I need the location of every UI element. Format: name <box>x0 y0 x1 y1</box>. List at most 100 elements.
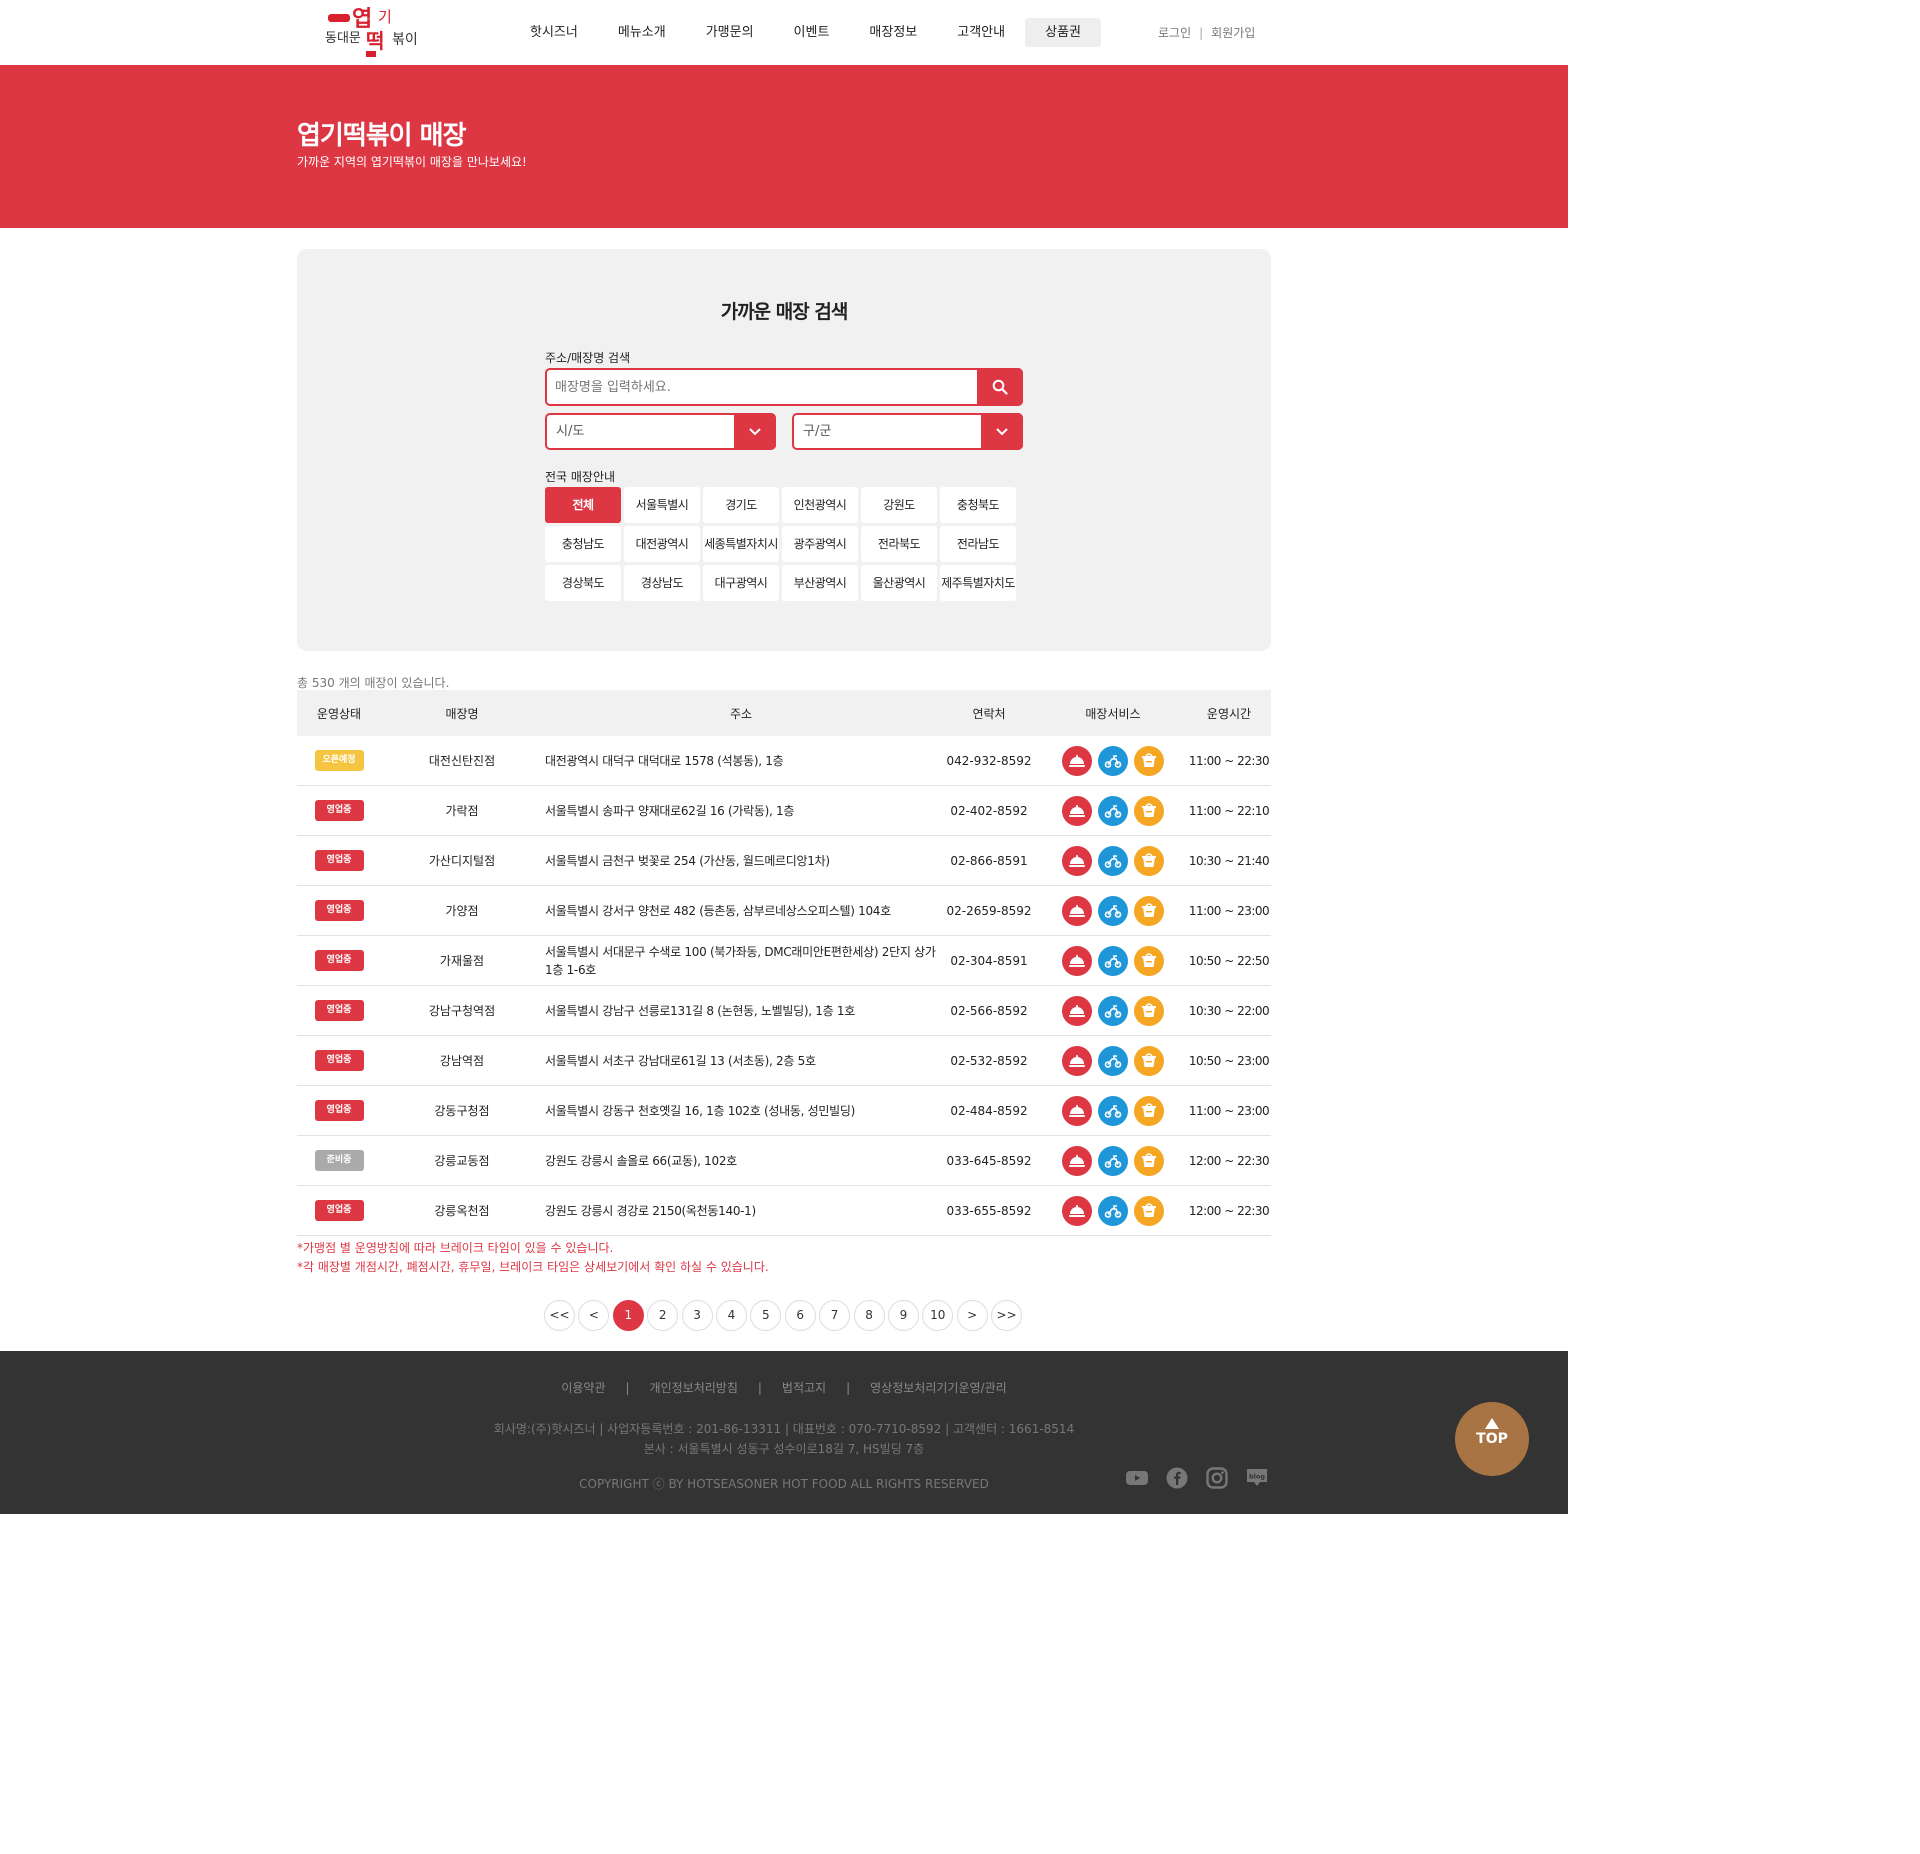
table-row[interactable]: 영업중 강남역점 서울특별시 서초구 강남대로61길 13 (서초동), 2층 5호… <box>297 1036 1271 1086</box>
status-badge: 영업중 <box>314 1200 364 1221</box>
store-services <box>1039 986 1187 1035</box>
table-row[interactable]: 오픈예정 대전신탄진점 대전광역시 대덕구 대덕대로 1578 (석봉동), 1층 0… <box>297 736 1271 786</box>
store-name[interactable]: 강동구청점 <box>381 1086 543 1135</box>
next-page-button[interactable]: > <box>956 1300 988 1331</box>
search-input[interactable] <box>555 370 975 404</box>
region-button[interactable]: 전체 <box>545 487 621 523</box>
main-nav: 핫시즈너 메뉴소개 가맹문의 이벤트 매장정보 고객안내 상품권 <box>510 18 1101 47</box>
store-name[interactable]: 가재울점 <box>381 936 543 985</box>
store-hours: 10:50 ~ 23:00 <box>1188 1053 1270 1068</box>
signup-link[interactable]: 회원가입 <box>1211 26 1255 40</box>
region-button[interactable]: 대구광역시 <box>703 565 779 601</box>
column-header-services: 매장서비스 <box>1085 706 1141 721</box>
table-row[interactable]: 영업중 강남구청역점 서울특별시 강남구 선릉로131길 8 (논현동, 노벨빌딩)… <box>297 986 1271 1036</box>
store-address: 강원도 강릉시 경강로 2150(옥천동140-1) <box>545 1203 756 1218</box>
prev-page-button[interactable]: < <box>578 1300 610 1331</box>
nav-item-menu[interactable]: 메뉴소개 <box>598 18 686 47</box>
delivery-icon <box>1098 1145 1128 1176</box>
footer-link-cctv[interactable]: 영상정보처리기기운영/관리 <box>870 1381 1007 1395</box>
page-button[interactable]: 5 <box>750 1300 782 1331</box>
store-address: 강원도 강릉시 솔올로 66(교동), 102호 <box>545 1153 737 1168</box>
last-page-button[interactable]: >> <box>991 1300 1023 1331</box>
nav-item-customer[interactable]: 고객안내 <box>937 18 1025 47</box>
region-button[interactable]: 대전광역시 <box>624 526 700 562</box>
nav-item-hotseasoner[interactable]: 핫시즈너 <box>510 18 598 47</box>
store-services <box>1039 936 1187 985</box>
footer-link-privacy[interactable]: 개인정보처리방침 <box>650 1381 738 1395</box>
region-button[interactable]: 부산광역시 <box>782 565 858 601</box>
status-cell: 영업중 <box>297 936 381 985</box>
search-button[interactable] <box>977 368 1023 406</box>
store-name[interactable]: 강남구청역점 <box>381 986 543 1035</box>
footer-link-legal[interactable]: 법적고지 <box>782 1381 826 1395</box>
table-row[interactable]: 영업중 강동구청점 서울특별시 강동구 천호옛길 16, 1층 102호 (성내동,… <box>297 1086 1271 1136</box>
store-name[interactable]: 강릉옥천점 <box>381 1186 543 1235</box>
table-row[interactable]: 영업중 강릉옥천점 강원도 강릉시 경강로 2150(옥천동140-1) 033-65… <box>297 1186 1271 1236</box>
region-buttons: 전체 서울특별시 경기도 인천광역시 강원도 충청북도충청남도 대전광역시 세종특별자치시 광주… <box>545 487 1016 601</box>
table-row[interactable]: 영업중 가락점 서울특별시 송파구 양재대로62길 16 (가락동), 1층 02-4… <box>297 786 1271 836</box>
store-phone: 02-304-8591 <box>950 953 1028 968</box>
region-button[interactable]: 광주광역시 <box>782 526 858 562</box>
store-name[interactable]: 가양점 <box>381 886 543 935</box>
region-button[interactable]: 제주특별자치도 <box>940 565 1016 601</box>
page-button[interactable]: 9 <box>887 1300 919 1331</box>
region-button[interactable]: 서울특별시 <box>624 487 700 523</box>
instagram-icon[interactable] <box>1204 1466 1230 1490</box>
region-button[interactable]: 전라북도 <box>861 526 937 562</box>
region-button[interactable]: 세종특별자치시 <box>703 526 779 562</box>
page-button[interactable]: 3 <box>681 1300 713 1331</box>
store-hours: 11:00 ~ 23:00 <box>1188 903 1270 918</box>
blog-icon[interactable]: blog <box>1244 1466 1270 1490</box>
store-name[interactable]: 가락점 <box>381 786 543 835</box>
sido-value: 시/도 <box>556 424 585 439</box>
store-name[interactable]: 대전신탄진점 <box>381 736 543 785</box>
page-button[interactable]: 8 <box>853 1300 885 1331</box>
page-button[interactable]: 6 <box>784 1300 816 1331</box>
region-button[interactable]: 경기도 <box>703 487 779 523</box>
footer-link-terms[interactable]: 이용약관 <box>561 1381 605 1395</box>
page-button[interactable]: 10 <box>922 1300 954 1331</box>
region-button[interactable]: 경상북도 <box>545 565 621 601</box>
gugun-select[interactable]: 구/군 <box>792 413 1023 450</box>
nav-item-store-info[interactable]: 매장정보 <box>849 18 937 47</box>
brand-logo[interactable]: 엽 기 동대문 떡 볶이 <box>322 4 422 60</box>
sido-dropdown-button[interactable] <box>734 413 776 450</box>
table-row[interactable]: 준비중 강릉교동점 강원도 강릉시 솔올로 66(교동), 102호 033-645-… <box>297 1136 1271 1186</box>
region-button[interactable]: 경상남도 <box>624 565 700 601</box>
nav-item-event[interactable]: 이벤트 <box>774 18 850 47</box>
sido-select[interactable]: 시/도 <box>545 413 776 450</box>
region-button[interactable]: 인천광역시 <box>782 487 858 523</box>
status-badge: 오픈예정 <box>314 750 364 771</box>
store-name[interactable]: 가산디지털점 <box>381 836 543 885</box>
delivery-icon <box>1098 1195 1128 1226</box>
region-button[interactable]: 충청북도 <box>940 487 1016 523</box>
region-button[interactable]: 충청남도 <box>545 526 621 562</box>
table-row[interactable]: 영업중 가산디지털점 서울특별시 금천구 벚꽃로 254 (가산동, 월드메르디앙1… <box>297 836 1271 886</box>
login-link[interactable]: 로그인 <box>1158 26 1191 40</box>
nav-item-franchise[interactable]: 가맹문의 <box>686 18 774 47</box>
gugun-dropdown-button[interactable] <box>981 413 1023 450</box>
youtube-icon[interactable] <box>1124 1466 1150 1490</box>
svg-text:동대문: 동대문 <box>325 31 361 46</box>
store-name[interactable]: 강남역점 <box>381 1036 543 1085</box>
svg-text:떡: 떡 <box>366 29 384 53</box>
nav-item-gift-card[interactable]: 상품권 <box>1025 18 1101 47</box>
status-badge: 영업중 <box>314 1000 364 1021</box>
page-button[interactable]: 1 <box>612 1300 644 1331</box>
store-phone: 02-866-8591 <box>950 853 1028 868</box>
facebook-icon[interactable] <box>1164 1466 1190 1490</box>
page-button[interactable]: 4 <box>715 1300 747 1331</box>
store-name[interactable]: 강릉교동점 <box>381 1136 543 1185</box>
region-button[interactable]: 전라남도 <box>940 526 1016 562</box>
first-page-button[interactable]: << <box>544 1300 575 1331</box>
page-button[interactable]: 2 <box>647 1300 679 1331</box>
page-button[interactable]: 7 <box>819 1300 851 1331</box>
store-search-panel: 가까운 매장 검색 주소/매장명 검색 시/도 구/군 전국 매장안내 전체서울… <box>297 249 1271 651</box>
region-button[interactable]: 울산광역시 <box>861 565 937 601</box>
table-row[interactable]: 영업중 가재울점 서울특별시 서대문구 수색로 100 (북가좌동, DMC래미안E… <box>297 936 1271 986</box>
table-row[interactable]: 영업중 가양점 서울특별시 강서구 양천로 482 (등촌동, 삼부르네상스오피스텔… <box>297 886 1271 936</box>
chevron-down-icon <box>749 427 761 435</box>
region-button[interactable]: 강원도 <box>861 487 937 523</box>
store-hours: 11:00 ~ 22:10 <box>1188 803 1270 818</box>
scroll-top-button[interactable]: TOP <box>1455 1402 1529 1476</box>
